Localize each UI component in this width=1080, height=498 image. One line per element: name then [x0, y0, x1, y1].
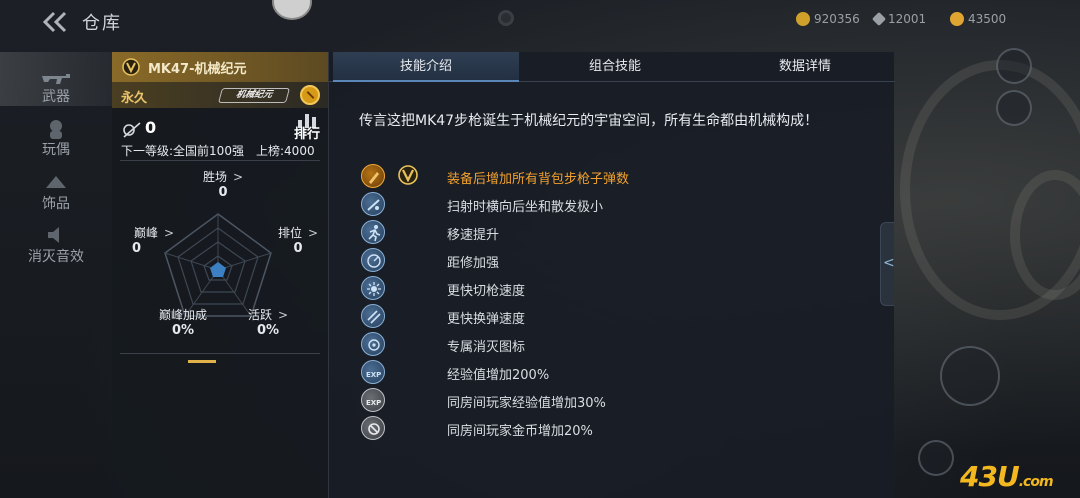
currency-diamond-value: 12001 [888, 12, 927, 26]
tab-combo-skills[interactable]: 组合技能 [525, 52, 705, 82]
currency-gold-value: 920356 [814, 12, 860, 26]
nav-label: 武器 [42, 89, 70, 105]
reload-round-button[interactable] [918, 440, 954, 476]
diamond-icon [871, 11, 887, 27]
skill-text: 经验值增加200% [447, 368, 550, 383]
recoil-icon [361, 192, 385, 216]
sound-icon [48, 227, 59, 243]
doll-icon [50, 120, 62, 139]
stat-peak[interactable]: 巅峰 > 0 [126, 224, 182, 256]
notification-dot [498, 10, 514, 26]
switch-gun-icon [361, 276, 385, 300]
nav-label: 玩偶 [42, 142, 70, 158]
skill-row: 扫射时横向后坐和散发极小 [361, 192, 861, 218]
kill-mark-icon [361, 332, 385, 356]
skill-row: EXP 经验值增加200% [361, 360, 861, 386]
ranking-label[interactable]: 排行 [294, 123, 320, 142]
currency-diamond: 12001 [871, 11, 927, 27]
medal-icon [950, 12, 964, 26]
list-value-text: 上榜:4000 [256, 144, 315, 158]
brand-logo: 机械纪元 [217, 88, 291, 103]
view-round-button[interactable] [996, 90, 1032, 126]
gold-coin-icon [796, 12, 810, 26]
watermark-logo: 43U.com [960, 460, 1054, 493]
weapon-name: MK47-机械纪元 [148, 61, 247, 77]
weapon-description: 传言这把MK47步枪诞生于机械纪元的宇宙空间，所有生命都由机械构成！ [359, 113, 819, 129]
top-bar: 仓库 920356 12001 43500 [0, 0, 1080, 44]
chevron-left-icon: < [883, 255, 895, 271]
skill-text: 专属消灭图标 [447, 340, 526, 355]
svg-text:EXP: EXP [366, 371, 381, 379]
side-expand-tab[interactable]: < [880, 222, 895, 306]
duration-label: 永久 [121, 91, 148, 106]
currency-gold: 920356 [796, 12, 860, 26]
skill-row: 同房间玩家金币增加20% [361, 416, 861, 442]
skill-row: 装备后增加所有背包步枪子弹数 [361, 164, 861, 190]
bullet-icon [361, 164, 385, 188]
divider [120, 353, 320, 354]
vip-badge-icon [122, 58, 140, 76]
tab-data-details[interactable]: 数据详情 [713, 52, 897, 82]
next-level-text: 下一等级:全国前100强 [121, 144, 244, 158]
room-coin-icon [361, 416, 385, 440]
running-icon [361, 220, 385, 244]
skill-row: 更快换弹速度 [361, 304, 861, 330]
stat-peak-bonus: 巅峰加成 0% [158, 308, 207, 338]
nav-item-weapons[interactable]: 武器 [0, 52, 112, 106]
skill-text: 更快切枪速度 [447, 284, 526, 299]
stat-active[interactable]: 活跃 > 0% [238, 306, 298, 338]
nav-item-dolls[interactable]: 玩偶 [0, 112, 112, 160]
skill-text: 移速提升 [447, 228, 500, 243]
kill-count: 0 [145, 118, 157, 137]
vip-badge-icon [398, 165, 418, 185]
skill-row: 更快切枪速度 [361, 276, 861, 302]
skill-text: 距修加强 [447, 256, 500, 271]
skill-text: 同房间玩家金币增加20% [447, 424, 593, 439]
coin-badge-icon[interactable] [300, 85, 320, 105]
divider [120, 160, 320, 161]
nav-label: 消灭音效 [28, 249, 84, 265]
nav-item-accessories[interactable]: 饰品 [0, 168, 112, 216]
room-exp-icon: EXP [361, 388, 385, 412]
fire-round-button[interactable] [940, 346, 1000, 406]
skill-text: 扫射时横向后坐和散发极小 [447, 200, 604, 215]
settings-round-button[interactable] [996, 48, 1032, 84]
exp-icon: EXP [361, 360, 385, 384]
weapon-card: MK47-机械纪元 永久 机械纪元 0 排行 下一等级:全国前100强 上榜:4… [112, 52, 328, 498]
kill-count-icon [123, 122, 141, 138]
accessory-icon [46, 176, 66, 188]
skill-row: 专属消灭图标 [361, 332, 861, 358]
tab-skill-intro[interactable]: 技能介绍 [333, 52, 519, 82]
stat-wins[interactable]: 胜场 > 0 [198, 168, 248, 200]
nav-item-sounds[interactable]: 消灭音效 [0, 224, 112, 272]
skill-text: 同房间玩家经验值增加30% [447, 396, 606, 411]
skill-text: 装备后增加所有背包步枪子弹数 [447, 172, 630, 187]
currency-medal-value: 43500 [968, 12, 1007, 26]
range-icon [361, 248, 385, 272]
tab-bar: ​ 技能介绍 组合技能 数据详情 [329, 52, 895, 82]
skill-row: 移速提升 [361, 220, 861, 246]
stat-ranked[interactable]: 排位 > 0 [268, 224, 328, 256]
skill-panel: ​ 技能介绍 组合技能 数据详情 传言这把MK47步枪诞生于机械纪元的宇宙空间，… [328, 52, 895, 498]
page-indicator [188, 360, 216, 363]
skill-row: EXP 同房间玩家经验值增加30% [361, 388, 861, 414]
skill-row: 距修加强 [361, 248, 861, 274]
nav-label: 饰品 [42, 196, 70, 212]
avatar[interactable] [272, 0, 312, 20]
weapon-card-subheader: 永久 机械纪元 [112, 82, 328, 108]
currency-medal: 43500 [950, 12, 1006, 26]
page-title: 仓库 [82, 13, 122, 34]
back-icon[interactable] [42, 11, 68, 33]
skill-text: 更快换弹速度 [447, 312, 526, 327]
svg-text:EXP: EXP [366, 399, 381, 407]
reload-icon [361, 304, 385, 328]
weapon-card-header: MK47-机械纪元 [112, 52, 328, 82]
